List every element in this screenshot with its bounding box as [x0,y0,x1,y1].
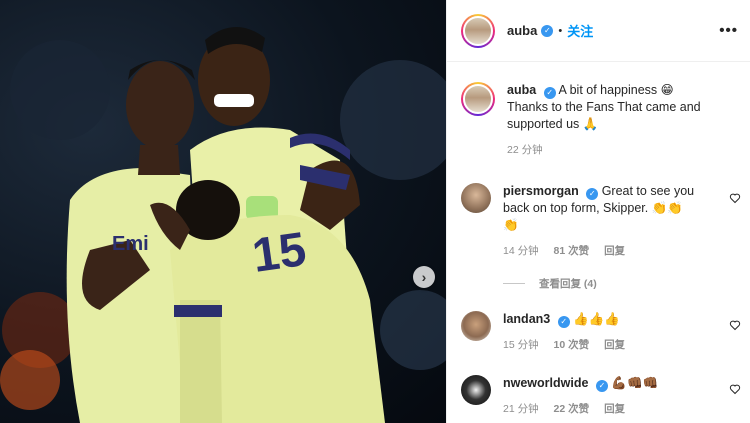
comment-item: nweworldwide ✓ 💪🏾👊🏾👊🏾 21 分钟 22 次赞 回复 [461,375,741,418]
comment-item: piersmorgan ✓ Great to see you back on t… [461,183,741,260]
comment-username[interactable]: piersmorgan [503,184,579,198]
post-header: auba ✓ • 关注 ••• [447,0,750,62]
reply-button[interactable]: 回复 [604,403,625,415]
comment-time: 15 分钟 [503,339,539,351]
players-illustration: Emi 15 [0,26,446,423]
caption-text-line1: A bit of happiness 😁 [558,83,674,97]
post-photo: Emi 15 › [0,0,446,423]
comment-text: 💪🏾👊🏾👊🏾 [611,376,659,390]
comment-item: landan3 ✓ 👍👍👍 15 分钟 10 次赞 回复 [461,311,741,354]
comment-time: 21 分钟 [503,403,539,415]
next-image-button[interactable]: › [413,266,435,288]
view-replies-label: 查看回复 (4) [539,278,597,290]
comment-meta: 14 分钟 81 次赞 回复 [503,243,718,260]
comment-avatar[interactable] [461,183,491,213]
separator-dot: • [558,24,563,37]
comment-meta: 15 分钟 10 次赞 回复 [503,337,718,354]
jersey-number: 15 [249,223,309,283]
author-avatar[interactable] [461,13,495,48]
comment-meta: 21 分钟 22 次赞 回复 [503,401,718,418]
caption-text-line2: Thanks to the Fans That came and [507,100,701,114]
more-icon[interactable]: ••• [719,22,738,39]
comment-avatar[interactable] [461,375,491,405]
sponsor-text: Emi [112,233,149,255]
heart-icon[interactable] [729,319,741,331]
heart-icon[interactable] [729,383,741,395]
comment-text-line3: 👏 [503,218,519,232]
verified-icon: ✓ [541,24,554,37]
comment-text-line1: Great to see you [601,184,695,198]
verified-icon: ✓ [595,380,608,392]
view-replies-button[interactable]: 查看回复 (4) [503,276,597,291]
comment-likes[interactable]: 10 次赞 [554,339,590,351]
comment-username[interactable]: landan3 [503,312,550,326]
verified-icon: ✓ [586,188,599,200]
author-username[interactable]: auba [507,23,537,38]
replies-divider [503,283,525,284]
comment-username[interactable]: nweworldwide [503,376,588,390]
comment-time: 14 分钟 [503,245,539,257]
caption-avatar[interactable] [461,82,495,116]
comment-avatar[interactable] [461,311,491,341]
caption-time: 22 分钟 [507,144,543,156]
caption-username[interactable]: auba [507,83,536,97]
reply-button[interactable]: 回复 [604,339,625,351]
comment-likes[interactable]: 22 次赞 [554,403,590,415]
verified-icon: ✓ [543,87,556,99]
comment-text: 👍👍👍 [573,312,620,326]
caption-text-line3: supported us 🙏 [507,117,599,131]
follow-button[interactable]: 关注 [567,21,593,40]
reply-button[interactable]: 回复 [604,245,625,257]
post-side-panel: auba ✓ • 关注 ••• auba ✓ A bit of happines… [446,0,750,423]
comment-text-line2: back on top form, Skipper. 👏👏 [503,201,683,215]
verified-icon: ✓ [557,316,570,328]
heart-icon[interactable] [729,192,741,204]
post-caption: auba ✓ A bit of happiness 😁 Thanks to th… [461,82,741,159]
comment-likes[interactable]: 81 次赞 [554,245,590,257]
chevron-right-icon: › [421,269,427,285]
